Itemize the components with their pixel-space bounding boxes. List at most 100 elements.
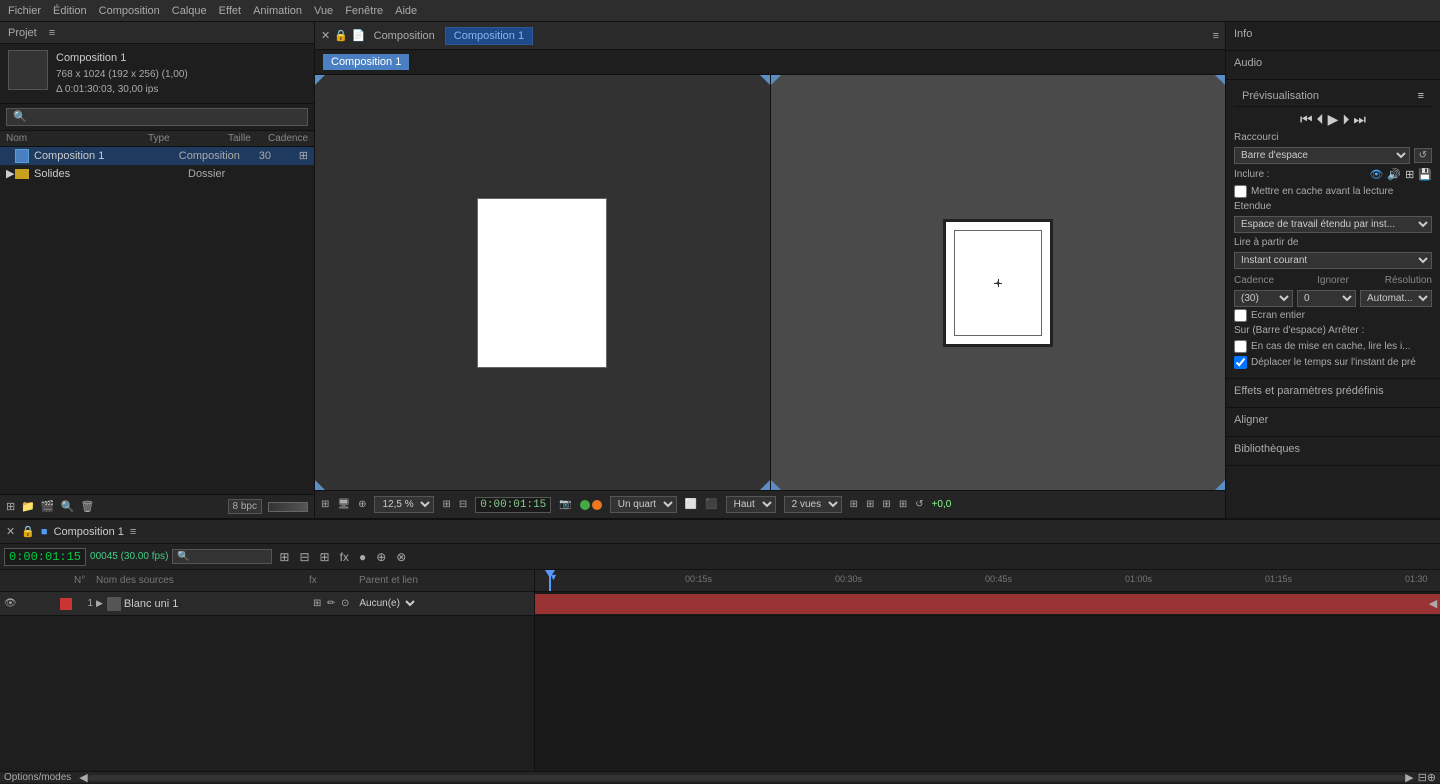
ecran-checkbox[interactable] [1234, 309, 1247, 322]
table-row[interactable]: Composition 1 Composition 30 ⊞ [0, 147, 314, 165]
zoom-in-btn[interactable]: ⊕ [1427, 771, 1436, 784]
resolution-select[interactable]: Automat... [1360, 290, 1432, 307]
track-empty-space [535, 616, 1440, 771]
menu-effet[interactable]: Effet [219, 5, 241, 17]
menu-fichier[interactable]: Fichier [8, 5, 41, 17]
include-icon-eye[interactable]: 👁 [1369, 168, 1383, 181]
en-cas-checkbox[interactable] [1234, 340, 1247, 353]
layers-header: N° Nom des sources fx Parent et lien [0, 570, 534, 592]
viewer-icon-monitor[interactable]: 🖥 [337, 499, 350, 510]
comp-close-btn[interactable]: ✕ [321, 29, 330, 42]
etendue-select[interactable]: Espace de travail étendu par inst... [1234, 216, 1432, 233]
preview-menu-icon[interactable]: ≡ [1418, 90, 1424, 102]
timeline-close-btn[interactable]: ✕ [6, 525, 15, 538]
timeline-btn-2[interactable]: ⊟ [296, 549, 312, 565]
quality-select[interactable]: Haut [726, 496, 776, 513]
playback-last-btn[interactable]: ⏭ [1353, 111, 1366, 128]
zoom-select[interactable]: 12,5 % [374, 496, 434, 513]
comp-icon [14, 149, 30, 163]
layer-expand-btn[interactable]: ▶ [96, 598, 103, 609]
viewer-icon-extra3[interactable]: ⊞ [882, 499, 890, 510]
color-indicator [580, 500, 602, 510]
shortcut-select[interactable]: Barre d'espace [1234, 147, 1410, 164]
ruler-15s: 00:15s [685, 574, 712, 584]
viewer-icon-extra2[interactable]: ⊞ [866, 499, 874, 510]
playback-next-btn[interactable]: ⏵ [1342, 111, 1349, 128]
timeline-btn-3[interactable]: ⊞ [317, 549, 333, 565]
include-icon-audio[interactable]: 🔊 [1387, 168, 1401, 181]
comp-label: Composition [374, 30, 435, 42]
timeline-btn-7[interactable]: ⊗ [393, 549, 409, 565]
viewer-icon-extra5[interactable]: ↺ [915, 499, 923, 510]
project-menu-icon[interactable]: ≡ [49, 27, 55, 39]
resolution-label: Résolution [1369, 275, 1432, 286]
ignorer-select[interactable]: 0 [1297, 290, 1356, 307]
include-icon-save[interactable]: 💾 [1418, 168, 1432, 181]
viewer-timecode[interactable]: 0:00:01:15 [475, 497, 551, 513]
track-bar-1[interactable] [535, 594, 1440, 614]
menu-composition[interactable]: Composition [99, 5, 160, 17]
zoom-fit-icon[interactable]: ⊞ [442, 499, 450, 510]
info-section: Info [1226, 22, 1440, 51]
comp-tab-label[interactable]: Composition 1 [323, 54, 409, 70]
zoom-region-icon[interactable]: ⊟ [459, 499, 467, 510]
layer-pen-icon[interactable]: ✏ [327, 598, 341, 609]
include-icon-grid[interactable]: ⊞ [1405, 168, 1414, 181]
timeline-timecode[interactable]: 0:00:01:15 [4, 548, 86, 566]
menu-animation[interactable]: Animation [253, 5, 302, 17]
playhead[interactable] [549, 570, 551, 591]
delete-icon[interactable]: 🗑 [80, 500, 94, 513]
new-footage-icon[interactable]: 🎬 [41, 500, 55, 513]
new-folder-icon[interactable]: 📁 [21, 500, 35, 513]
layer-eye-btn[interactable]: 👁 [4, 598, 18, 609]
scroll-track[interactable] [88, 775, 1405, 781]
viewer-icon-extra4[interactable]: ⊞ [899, 499, 907, 510]
viewer-menu-btn[interactable]: ≡ [1213, 30, 1219, 42]
lire-select[interactable]: Instant courant [1234, 252, 1432, 269]
quarter-select[interactable]: Un quart [610, 496, 677, 513]
scroll-right-btn[interactable]: ▶ [1405, 771, 1413, 784]
viewer-icon-extra1[interactable]: ⊞ [850, 499, 858, 510]
menu-fenetre[interactable]: Fenêtre [345, 5, 383, 17]
viewer-icon-grid[interactable]: ⊞ [321, 499, 329, 510]
search-input[interactable] [6, 108, 308, 126]
cadence-value-row: (30) 0 Automat... [1234, 288, 1432, 309]
menu-vue[interactable]: Vue [314, 5, 333, 17]
playback-first-btn[interactable]: ⏮ [1300, 111, 1313, 128]
corner-tl2 [771, 75, 781, 85]
menu-aide[interactable]: Aide [395, 5, 417, 17]
comp-tab[interactable]: Composition 1 [445, 27, 533, 45]
parent-select[interactable]: Aucun(e) [353, 597, 418, 610]
snapshot-icon[interactable]: 📷 [559, 499, 571, 510]
project-thumbnail [8, 50, 48, 90]
layer-parent-icon2[interactable]: ⊞ [313, 598, 327, 609]
col-layer-name: Nom des sources [96, 575, 267, 586]
comp-tabs-bar: ✕ 🔒 📄 Composition Composition 1 ≡ [315, 22, 1225, 50]
corner-bl2 [771, 480, 781, 490]
timeline-search[interactable] [172, 549, 272, 564]
scroll-left-btn[interactable]: ◀ [79, 771, 87, 784]
col-size-header: Taille [228, 133, 268, 144]
layer-row[interactable]: 👁 1 ▶ Blanc uni 1 ⊞ ✏ ⊙ Aucun(e) [0, 592, 534, 616]
options-modes-btn[interactable]: Options/modes [4, 772, 71, 783]
playback-prev-btn[interactable]: ⏴ [1317, 111, 1324, 128]
zoom-out-btn[interactable]: ⊟ [1418, 771, 1427, 784]
new-comp-icon[interactable]: ⊞ [6, 500, 15, 513]
menu-calque[interactable]: Calque [172, 5, 207, 17]
timeline-menu-icon[interactable]: ≡ [130, 526, 136, 538]
playback-play-btn[interactable]: ▶ [1328, 111, 1339, 128]
timeline-btn-4[interactable]: fx [337, 549, 352, 565]
cadence-select[interactable]: (30) [1234, 290, 1293, 307]
table-row[interactable]: ▶ Solides Dossier [0, 165, 314, 183]
timeline-btn-1[interactable]: ⊞ [276, 549, 292, 565]
views-select[interactable]: 2 vues [784, 496, 842, 513]
timeline-btn-5[interactable]: ● [356, 549, 369, 565]
timeline-btn-6[interactable]: ⊕ [373, 549, 389, 565]
shortcut-reset-btn[interactable]: ↺ [1414, 148, 1432, 163]
project-bottom-bar: ⊞ 📁 🎬 🔍 🗑 8 bpc [0, 494, 314, 518]
find-icon[interactable]: 🔍 [61, 500, 75, 513]
menu-edition[interactable]: Édition [53, 5, 87, 17]
deplacer-checkbox[interactable] [1234, 356, 1247, 369]
viewer-icon-mask[interactable]: ⊕ [358, 499, 366, 510]
cache-checkbox[interactable] [1234, 185, 1247, 198]
